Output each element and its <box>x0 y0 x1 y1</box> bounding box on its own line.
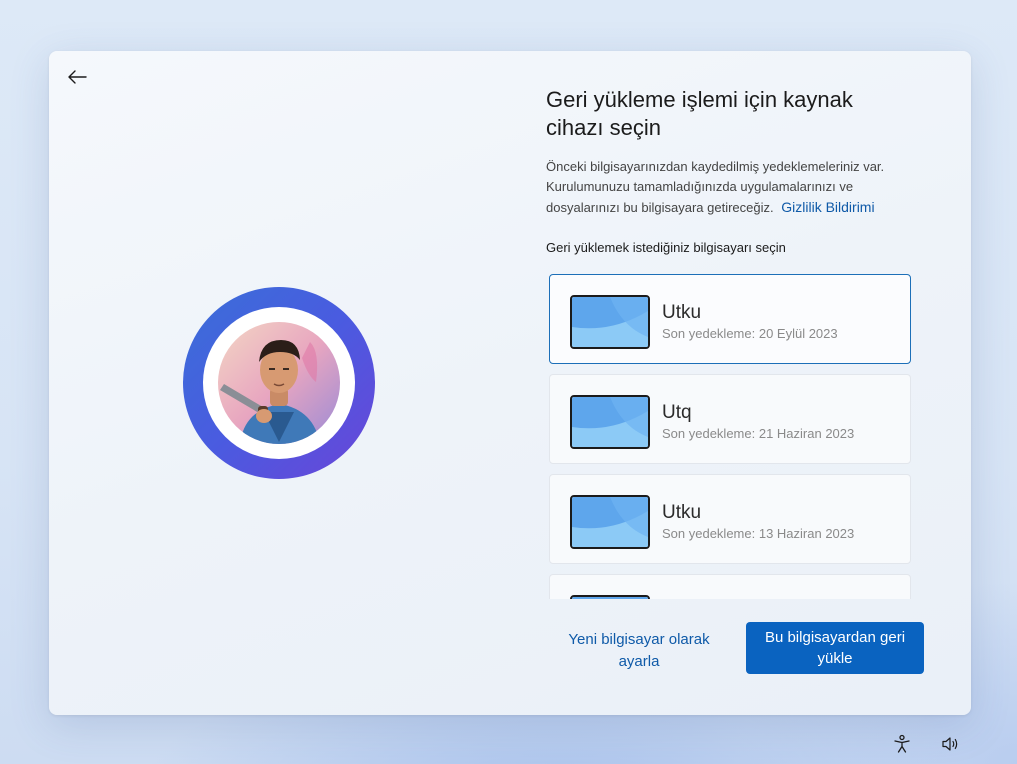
device-backup-date: Son yedekleme: 21 Haziran 2023 <box>662 426 855 441</box>
accessibility-icon <box>894 734 910 753</box>
pc-thumbnail-icon <box>570 495 650 549</box>
device-item[interactable]: Utku Son yedekleme: 20 Eylül 2023 <box>549 274 911 364</box>
avatar-ring <box>183 287 375 479</box>
description: Önceki bilgisayarınızdan kaydedilmiş yed… <box>546 157 926 218</box>
volume-icon <box>942 737 958 751</box>
avatar <box>218 322 340 444</box>
page-title: Geri yükleme işlemi için kaynak cihazı s… <box>546 87 853 140</box>
back-arrow-icon <box>68 70 87 84</box>
device-item-partial[interactable] <box>549 574 911 599</box>
device-item[interactable]: Utq Son yedekleme: 21 Haziran 2023 <box>549 374 911 464</box>
setup-window: Geri yükleme işlemi için kaynak cihazı s… <box>49 51 971 715</box>
device-item[interactable]: Utku Son yedekleme: 13 Haziran 2023 <box>549 474 911 564</box>
pc-thumbnail-icon <box>570 295 650 349</box>
privacy-link[interactable]: Gizlilik Bildirimi <box>781 199 874 215</box>
device-list[interactable]: Utku Son yedekleme: 20 Eylül 2023 Utq So… <box>549 274 913 599</box>
back-button[interactable] <box>63 65 91 89</box>
device-name: Utku <box>662 502 702 523</box>
device-list-heading: Geri yüklemek istediğiniz bilgisayarı se… <box>546 240 786 255</box>
restore-from-this-pc-button[interactable]: Bu bilgisayardan geri yükle <box>746 622 924 674</box>
set-up-as-new-button[interactable]: Yeni bilgisayar olarak ayarla <box>560 629 718 673</box>
pc-thumbnail-icon <box>570 595 650 599</box>
device-backup-date: Son yedekleme: 20 Eylül 2023 <box>662 326 838 341</box>
device-backup-date: Son yedekleme: 13 Haziran 2023 <box>662 526 855 541</box>
device-name: Utku <box>662 302 702 323</box>
volume-button[interactable] <box>940 733 962 755</box>
accessibility-button[interactable] <box>891 733 913 755</box>
pc-thumbnail-icon <box>570 395 650 449</box>
device-name: Utq <box>662 402 692 423</box>
user-avatar-illustration <box>218 322 340 444</box>
content-panel: Geri yükleme işlemi için kaynak cihazı s… <box>546 51 936 715</box>
